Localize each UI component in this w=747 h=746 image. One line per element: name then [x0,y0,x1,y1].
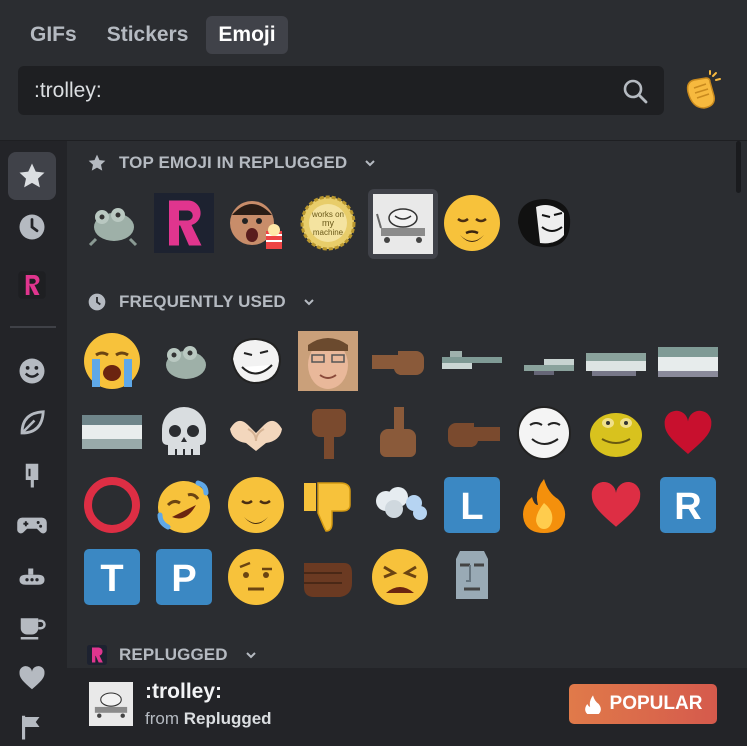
from-source: Replugged [183,709,272,728]
letter-p-label: P [171,558,196,600]
tab-emoji[interactable]: Emoji [206,16,288,54]
section-frequent-header[interactable]: FREQUENTLY USED [87,292,316,312]
pointing-left-brown-emoji[interactable] [370,331,430,391]
sidebar-separator [10,326,56,328]
letter-l-label: L [460,486,483,528]
frog-emoji[interactable] [154,331,214,391]
works-on-my-machine-emoji[interactable]: works on my machine [298,193,358,253]
letter-p-emoji[interactable]: P [154,547,214,607]
coffee-icon[interactable] [8,603,56,651]
pointing-down-brown-emoji[interactable] [298,403,358,463]
frog-emoji[interactable] [82,193,142,253]
star-icon [88,154,106,171]
emoji-grid: TOP EMOJI IN REPLUGGED works on my machine… [67,141,747,668]
chevron-down-icon [365,160,375,167]
smiley-icon[interactable] [8,347,56,395]
scrollbar[interactable] [736,141,741,193]
glitch-emoji-2[interactable] [514,331,574,391]
section-top-header[interactable]: TOP EMOJI IN REPLUGGED [87,153,377,173]
submarine-icon[interactable] [8,552,56,600]
clock-icon [88,293,106,311]
chevron-down-icon [304,299,314,306]
heart-icon[interactable] [8,654,56,702]
preview-emoji-source: from Replugged [145,709,272,729]
clock-icon[interactable] [8,203,56,251]
loudly-crying-face-emoji[interactable] [82,331,142,391]
gamepad-icon[interactable] [8,501,56,549]
letter-t-label: T [100,558,123,600]
fist-brown-emoji[interactable] [298,547,358,607]
replugged-logo-emoji[interactable] [154,193,214,253]
preview-emoji-name: :trolley: [145,680,223,703]
thumbs-down-emoji[interactable] [298,475,358,535]
red-heart-emoji[interactable] [586,475,646,535]
glitch-emoji-5[interactable] [82,403,142,463]
pogging-man-emoji[interactable] [226,193,286,253]
search-input[interactable] [34,78,622,103]
section-title: FREQUENTLY USED [119,292,286,311]
pensive-face-beard-emoji[interactable] [442,193,502,253]
red-ring-emoji[interactable] [82,475,142,535]
moai-emoji[interactable] [442,547,502,607]
glitch-emoji-3[interactable] [586,331,646,391]
face-raised-eyebrow-emoji[interactable] [226,547,286,607]
glitch-emoji-1[interactable] [442,331,502,391]
pointing-right-brown-emoji[interactable] [442,403,502,463]
svg-text:my: my [322,218,334,228]
from-prefix: from [145,709,179,728]
popular-button[interactable]: POPULAR [569,684,717,724]
man-photo-emoji[interactable] [298,331,358,391]
yellow-frog-emoji[interactable] [586,403,646,463]
trolley-emoji[interactable] [368,189,438,259]
section-title: TOP EMOJI IN REPLUGGED [119,153,348,172]
heart-hands-emoji[interactable] [226,403,286,463]
letter-l-emoji[interactable]: L [442,475,502,535]
tab-stickers[interactable]: Stickers [95,16,201,54]
letter-r-emoji[interactable]: R [658,475,718,535]
picker-tabs: GIFs Stickers Emoji [18,16,288,54]
red-heart-emoji[interactable] [658,403,718,463]
smug-trollface-emoji[interactable] [514,403,574,463]
search-box [18,66,664,115]
glitch-emoji-4[interactable] [658,331,718,391]
search-icon[interactable] [622,78,648,104]
skull-emoji[interactable] [154,403,214,463]
pointing-up-brown-emoji[interactable] [370,403,430,463]
section-replugged-header[interactable]: REPLUGGED [87,645,258,665]
popular-label: POPULAR [609,693,703,714]
clapping-hands-icon[interactable] [680,70,722,112]
category-sidebar [0,141,67,746]
pensive-face-beard-emoji[interactable] [226,475,286,535]
letter-t-emoji[interactable]: T [82,547,142,607]
popsicle-icon[interactable] [8,451,56,499]
replugged-icon [87,645,107,665]
chevron-down-icon [245,652,256,659]
trollface-emoji[interactable] [226,331,286,391]
fire-icon [584,695,601,714]
tired-face-emoji[interactable] [370,547,430,607]
trollface-dark-emoji[interactable] [514,193,574,253]
dash-emoji[interactable] [370,475,430,535]
leaf-icon[interactable] [8,399,56,447]
letter-r-label: R [674,486,701,528]
emoji-preview-footer: :trolley: from Replugged POPULAR [67,668,747,746]
replugged-icon[interactable] [8,261,56,309]
trolley-preview-image [89,682,133,726]
fire-emoji[interactable] [514,475,574,535]
svg-text:machine: machine [313,228,344,237]
tab-gifs[interactable]: GIFs [18,16,89,54]
star-icon[interactable] [8,152,56,200]
section-title: REPLUGGED [119,645,228,664]
flag-icon[interactable] [8,703,56,746]
rolling-laughing-emoji[interactable] [154,475,214,535]
